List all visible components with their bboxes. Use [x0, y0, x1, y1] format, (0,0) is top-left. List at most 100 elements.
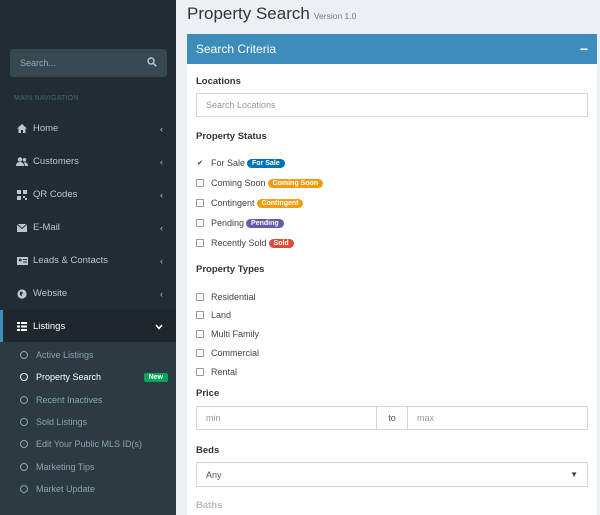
price-max-input[interactable]: max — [407, 406, 588, 430]
page-title: Property Search Version 1.0 — [187, 4, 356, 24]
collapse-button[interactable]: − — [580, 41, 588, 57]
chevron-left-icon: ‹ — [160, 123, 163, 134]
checkbox[interactable] — [196, 368, 204, 376]
listings-submenu: Active Listings Property Search New Rece… — [0, 342, 176, 515]
chevron-left-icon: ‹ — [160, 255, 163, 266]
circle-icon — [20, 440, 28, 448]
caret-down-icon: ▼ — [570, 470, 578, 479]
checkbox[interactable] — [196, 349, 204, 357]
chevron-left-icon: ‹ — [160, 222, 163, 233]
list-icon — [16, 322, 28, 332]
property-status-label: Property Status — [196, 131, 267, 142]
locations-input[interactable]: Search Locations — [196, 93, 588, 117]
status-label: For Sale — [211, 158, 246, 168]
status-recently-sold[interactable]: Recently Sold Sold — [196, 236, 294, 250]
type-commercial[interactable]: Commercial — [196, 346, 259, 360]
sidebar-item-label: Customers — [33, 156, 79, 167]
checkbox[interactable] — [196, 179, 204, 187]
checkbox[interactable] — [196, 293, 204, 301]
baths-label: Baths — [196, 500, 223, 511]
type-rental[interactable]: Rental — [196, 365, 237, 379]
panel-title: Search Criteria — [196, 42, 277, 56]
status-tag: For Sale — [247, 158, 285, 168]
checkbox[interactable] — [196, 219, 204, 227]
status-tag: Coming Soon — [267, 178, 324, 188]
beds-select[interactable]: Any ▼ — [196, 462, 588, 487]
circle-icon — [20, 485, 28, 493]
subnav-label: Active Listings — [36, 350, 94, 360]
sidebar-search-input[interactable] — [20, 58, 147, 68]
type-land[interactable]: Land — [196, 308, 231, 322]
checkbox-checked[interactable]: ✔ — [196, 159, 204, 167]
search-criteria-panel: Search Criteria − Locations Search Locat… — [187, 34, 597, 515]
subnav-active-listings[interactable]: Active Listings — [0, 344, 176, 366]
sidebar-item-email[interactable]: E-Mail ‹ — [0, 211, 176, 244]
subnav-market-update[interactable]: Market Update — [0, 478, 176, 500]
subnav-property-search[interactable]: Property Search New — [0, 366, 176, 388]
beds-value: Any — [206, 469, 222, 480]
type-label: Commercial — [211, 348, 260, 358]
new-badge: New — [143, 372, 168, 382]
globe-icon — [16, 288, 28, 299]
panel-header: Search Criteria − — [187, 34, 597, 64]
search-icon[interactable] — [147, 56, 157, 70]
sidebar-item-label: E-Mail — [33, 222, 60, 233]
status-pending[interactable]: Pending Pending — [196, 216, 284, 230]
price-to-addon: to — [377, 406, 407, 430]
locations-label: Locations — [196, 76, 241, 87]
price-label: Price — [196, 388, 220, 399]
type-residential[interactable]: Residential — [196, 290, 256, 304]
type-label: Multi Family — [211, 329, 260, 339]
status-label: Coming Soon — [211, 178, 266, 188]
checkbox[interactable] — [196, 311, 204, 319]
sidebar-item-label: QR Codes — [33, 189, 78, 200]
page-title-text: Property Search — [187, 4, 310, 23]
sidebar-item-website[interactable]: Website ‹ — [0, 277, 176, 310]
circle-icon — [20, 396, 28, 404]
subnav-label: Edit Your Public MLS ID(s) — [36, 439, 143, 449]
subnav-label: Marketing Tips — [36, 462, 95, 472]
sidebar-item-customers[interactable]: Customers ‹ — [0, 145, 176, 178]
status-label: Recently Sold — [211, 238, 267, 248]
sidebar-item-home[interactable]: Home ‹ — [0, 112, 176, 145]
type-label: Land — [211, 310, 232, 320]
chevron-down-icon — [155, 322, 163, 332]
type-multi-family[interactable]: Multi Family — [196, 327, 259, 341]
sidebar-item-qr-codes[interactable]: QR Codes ‹ — [0, 178, 176, 211]
address-card-icon — [16, 256, 28, 266]
sidebar-item-listings[interactable]: Listings — [0, 310, 176, 343]
sidebar-search[interactable] — [10, 49, 167, 77]
chevron-left-icon: ‹ — [160, 156, 163, 167]
subnav-marketing-tips[interactable]: Marketing Tips — [0, 456, 176, 478]
chevron-left-icon: ‹ — [160, 189, 163, 200]
subnav-sold-listings[interactable]: Sold Listings — [0, 411, 176, 433]
subnav-label: Sold Listings — [36, 417, 88, 427]
subnav-label: Market Update — [36, 484, 96, 494]
price-range: min to max — [196, 406, 588, 430]
chevron-left-icon: ‹ — [160, 288, 163, 299]
checkbox[interactable] — [196, 199, 204, 207]
status-for-sale[interactable]: ✔ For Sale For Sale — [196, 156, 285, 170]
sidebar-item-label: Home — [33, 123, 59, 134]
circle-icon — [20, 373, 28, 381]
sidebar-item-leads-contacts[interactable]: Leads & Contacts ‹ — [0, 244, 176, 277]
status-coming-soon[interactable]: Coming Soon Coming Soon — [196, 176, 324, 190]
circle-icon — [20, 418, 28, 426]
status-label: Pending — [211, 218, 245, 228]
users-icon — [16, 157, 28, 167]
status-label: Contingent — [211, 198, 255, 208]
qrcode-icon — [16, 189, 28, 200]
subnav-recent-inactives[interactable]: Recent Inactives — [0, 389, 176, 411]
version-label: Version 1.0 — [313, 11, 357, 21]
price-min-input[interactable]: min — [196, 406, 377, 430]
home-icon — [16, 124, 28, 134]
checkbox[interactable] — [196, 330, 204, 338]
status-contingent[interactable]: Contingent Contingent — [196, 196, 304, 210]
type-label: Rental — [211, 367, 238, 377]
nav-header: MAIN NAVIGATION — [14, 95, 79, 102]
checkbox[interactable] — [196, 239, 204, 247]
subnav-label: Recent Inactives — [36, 395, 103, 405]
circle-icon — [20, 351, 28, 359]
subnav-edit-mls-ids[interactable]: Edit Your Public MLS ID(s) — [0, 433, 176, 455]
status-tag: Pending — [246, 218, 284, 228]
